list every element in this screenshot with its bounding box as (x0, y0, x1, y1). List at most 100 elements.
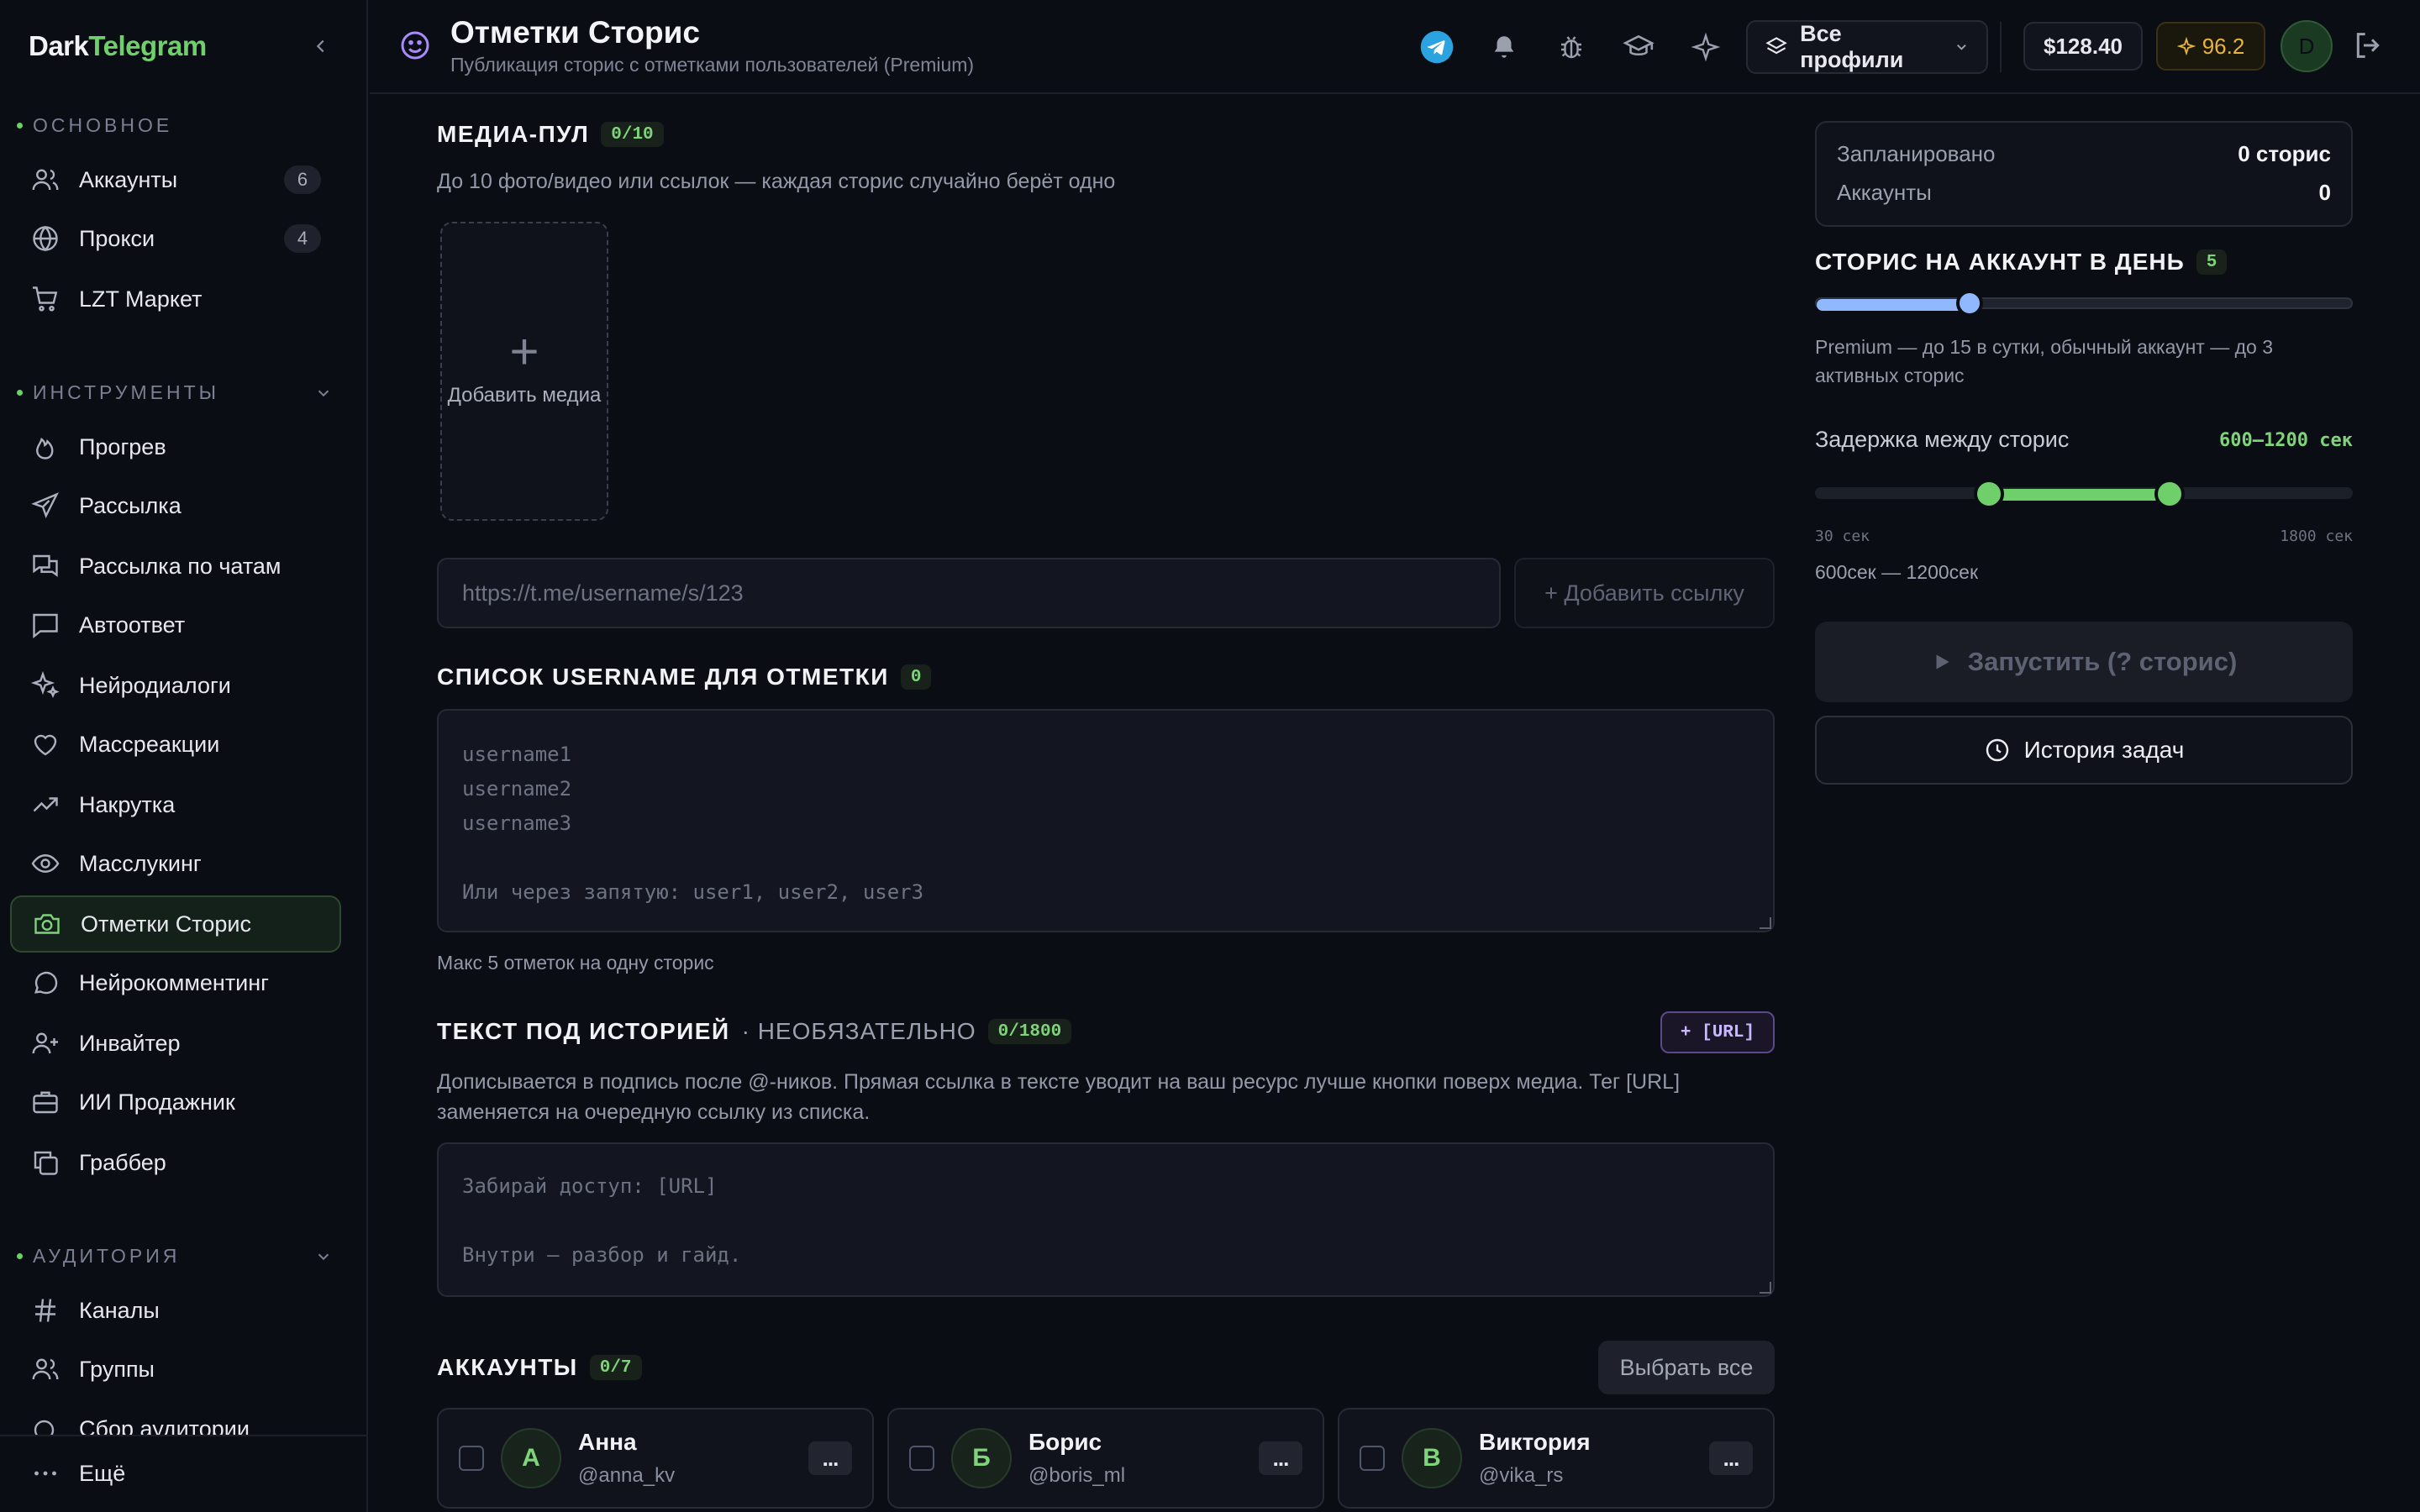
chevron-down-icon (318, 390, 329, 396)
section-audience[interactable]: АУДИТОРИЯ (17, 1245, 333, 1268)
search-icon (34, 1420, 55, 1435)
user-plus-icon (32, 1032, 58, 1054)
message-square-icon (33, 613, 58, 638)
eye-icon (31, 854, 60, 873)
sidebar-item-audience-collect[interactable]: Сбор аудитории (10, 1401, 341, 1435)
task-history-button[interactable]: История задач (1815, 716, 2353, 785)
caption-hint: Дописывается в подпись после @-ников. Пр… (437, 1070, 1681, 1124)
account-handle: @vika_rs (1479, 1464, 1564, 1487)
sidebar-item-accounts[interactable]: Аккаунты 6 (10, 151, 341, 208)
sidebar-more[interactable]: Ещё (10, 1445, 341, 1502)
sidebar-item-groups[interactable]: Группы (10, 1341, 341, 1398)
sidebar-item-chat-mailing[interactable]: Рассылка по чатам (10, 538, 341, 595)
chats-icon (33, 554, 58, 577)
sidebar-item-label: Отметки Сторис (81, 911, 251, 937)
heart-icon (34, 734, 57, 756)
section-tools[interactable]: ИНСТРУМЕНТЫ (17, 381, 333, 404)
users-icon (32, 1358, 59, 1380)
camera-icon (34, 914, 60, 934)
sidebar-item-label: Нейрокомментинг (79, 969, 270, 995)
select-all-button[interactable]: Выбрать все (1598, 1341, 1775, 1394)
sidebar-item-inviter[interactable]: Инвайтер (10, 1015, 341, 1072)
delay-summary: 600сек — 1200сек (1815, 561, 1979, 583)
task-history-label: История задач (2023, 737, 2185, 763)
sidebar-item-story-tags[interactable]: Отметки Сторис (10, 895, 341, 953)
accounts-count-badge: 0/7 (589, 1355, 642, 1380)
account-checkbox[interactable] (1360, 1446, 1385, 1471)
sidebar-item-ai-seller[interactable]: ИИ Продажник (10, 1074, 341, 1131)
rating-badge[interactable]: 96.2 (2156, 22, 2265, 71)
delay-value: 600–1200 сек (2219, 430, 2353, 451)
user-avatar[interactable]: D (2281, 20, 2333, 72)
sidebar-item-warmup[interactable]: Прогрев (10, 418, 341, 475)
chevron-left-icon (316, 39, 324, 53)
sidebar-item-channels[interactable]: Каналы (10, 1282, 341, 1339)
chevron-down-icon (318, 1253, 329, 1260)
account-card[interactable]: Б Борис @boris_ml ... (887, 1408, 1324, 1509)
account-checkbox[interactable] (459, 1446, 484, 1471)
balance-badge[interactable]: $128.40 (2023, 22, 2143, 71)
account-menu-button[interactable]: ... (1259, 1441, 1302, 1475)
sidebar-item-label: Прокси (79, 225, 155, 251)
sidebar-item-label: Аккаунты (79, 166, 178, 192)
profile-select[interactable]: Все профили (1746, 20, 1988, 74)
sidebar-item-mailing[interactable]: Рассылка (10, 477, 341, 534)
per-day-title: СТОРИС НА АККАУНТ В ДЕНЬ 5 (1815, 249, 2228, 276)
sidebar-item-label: Массреакции (79, 731, 220, 757)
summary-card: Запланировано 0 сторис Аккаунты 0 (1815, 121, 2353, 227)
account-menu-button[interactable]: ... (808, 1441, 852, 1475)
add-media-dropzone[interactable]: + Добавить медиа (440, 222, 608, 521)
delay-min-thumb[interactable] (1973, 479, 2004, 509)
bug-report-button[interactable] (1553, 29, 1590, 66)
sparkle-icon (1691, 32, 1721, 62)
add-link-button[interactable]: + Добавить ссылку (1514, 558, 1775, 628)
sidebar-item-label: Масслукинг (79, 850, 202, 876)
account-checkbox[interactable] (909, 1446, 934, 1471)
sidebar-item-autoreply[interactable]: Автоответ (10, 596, 341, 654)
story-url-input[interactable]: https://t.me/username/s/123 (437, 558, 1501, 628)
sidebar-item-mass-reactions[interactable]: Массреакции (10, 716, 341, 773)
run-button-label: Запустить (? сторис) (1967, 647, 2238, 676)
logout-button[interactable] (2351, 29, 2388, 66)
usernames-hint: Макс 5 отметок на одну сторис (437, 952, 714, 974)
insert-url-tag-button[interactable]: + [URL] (1660, 1011, 1775, 1053)
usernames-textarea[interactable]: username1 username2 username3 Или через … (437, 709, 1775, 932)
resize-handle[interactable] (1760, 1282, 1771, 1294)
account-menu-button[interactable]: ... (1709, 1441, 1753, 1475)
collapse-sidebar-button[interactable] (304, 29, 338, 63)
run-button[interactable]: Запустить (? сторис) (1815, 622, 2353, 702)
per-day-slider-thumb[interactable] (1955, 290, 1983, 317)
sidebar-item-boost[interactable]: Накрутка (10, 776, 341, 833)
sidebar-item-label: Каналы (79, 1297, 160, 1323)
briefcase-icon (33, 1091, 58, 1114)
more-horizontal-icon (34, 1471, 56, 1476)
sidebar-item-grabber[interactable]: Граббер (10, 1134, 341, 1191)
add-media-label: Добавить медиа (447, 384, 602, 407)
account-card[interactable]: А Анна @anna_kv ... (437, 1408, 874, 1509)
plus-icon: + (509, 323, 539, 380)
delay-max-thumb[interactable] (2154, 479, 2186, 509)
sidebar-item-lzt-market[interactable]: LZT Маркет (10, 270, 341, 328)
sidebar-item-neurocommenting[interactable]: Нейрокомментинг (10, 954, 341, 1011)
page-title: Отметки Сторис (450, 15, 700, 50)
resize-handle[interactable] (1760, 917, 1771, 929)
notifications-button[interactable] (1486, 29, 1523, 66)
ai-assistant-button[interactable] (1687, 29, 1724, 66)
count-badge: 6 (284, 165, 321, 194)
sidebar-item-proxies[interactable]: Прокси 4 (10, 210, 341, 267)
media-count-badge: 0/10 (601, 122, 664, 147)
bug-icon (1561, 36, 1581, 59)
sidebar-item-neurodialogs[interactable]: Нейродиалоги (10, 657, 341, 714)
logout-icon (2356, 33, 2380, 58)
graduation-cap-icon (1623, 34, 1655, 55)
delay-min-label: 30 сек (1815, 528, 1870, 545)
sidebar-item-label: Сбор аудитории (79, 1416, 250, 1435)
account-handle: @anna_kv (578, 1464, 676, 1487)
sidebar-item-label: Ещё (79, 1460, 126, 1486)
learning-button[interactable] (1620, 29, 1657, 66)
count-badge: 4 (284, 224, 321, 253)
caption-textarea[interactable]: Забирай доступ: [URL] Внутри — разбор и … (437, 1142, 1775, 1297)
account-card[interactable]: В Виктория @vika_rs ... (1338, 1408, 1775, 1509)
telegram-button[interactable] (1418, 29, 1455, 66)
sidebar-item-masslooking[interactable]: Масслукинг (10, 835, 341, 892)
